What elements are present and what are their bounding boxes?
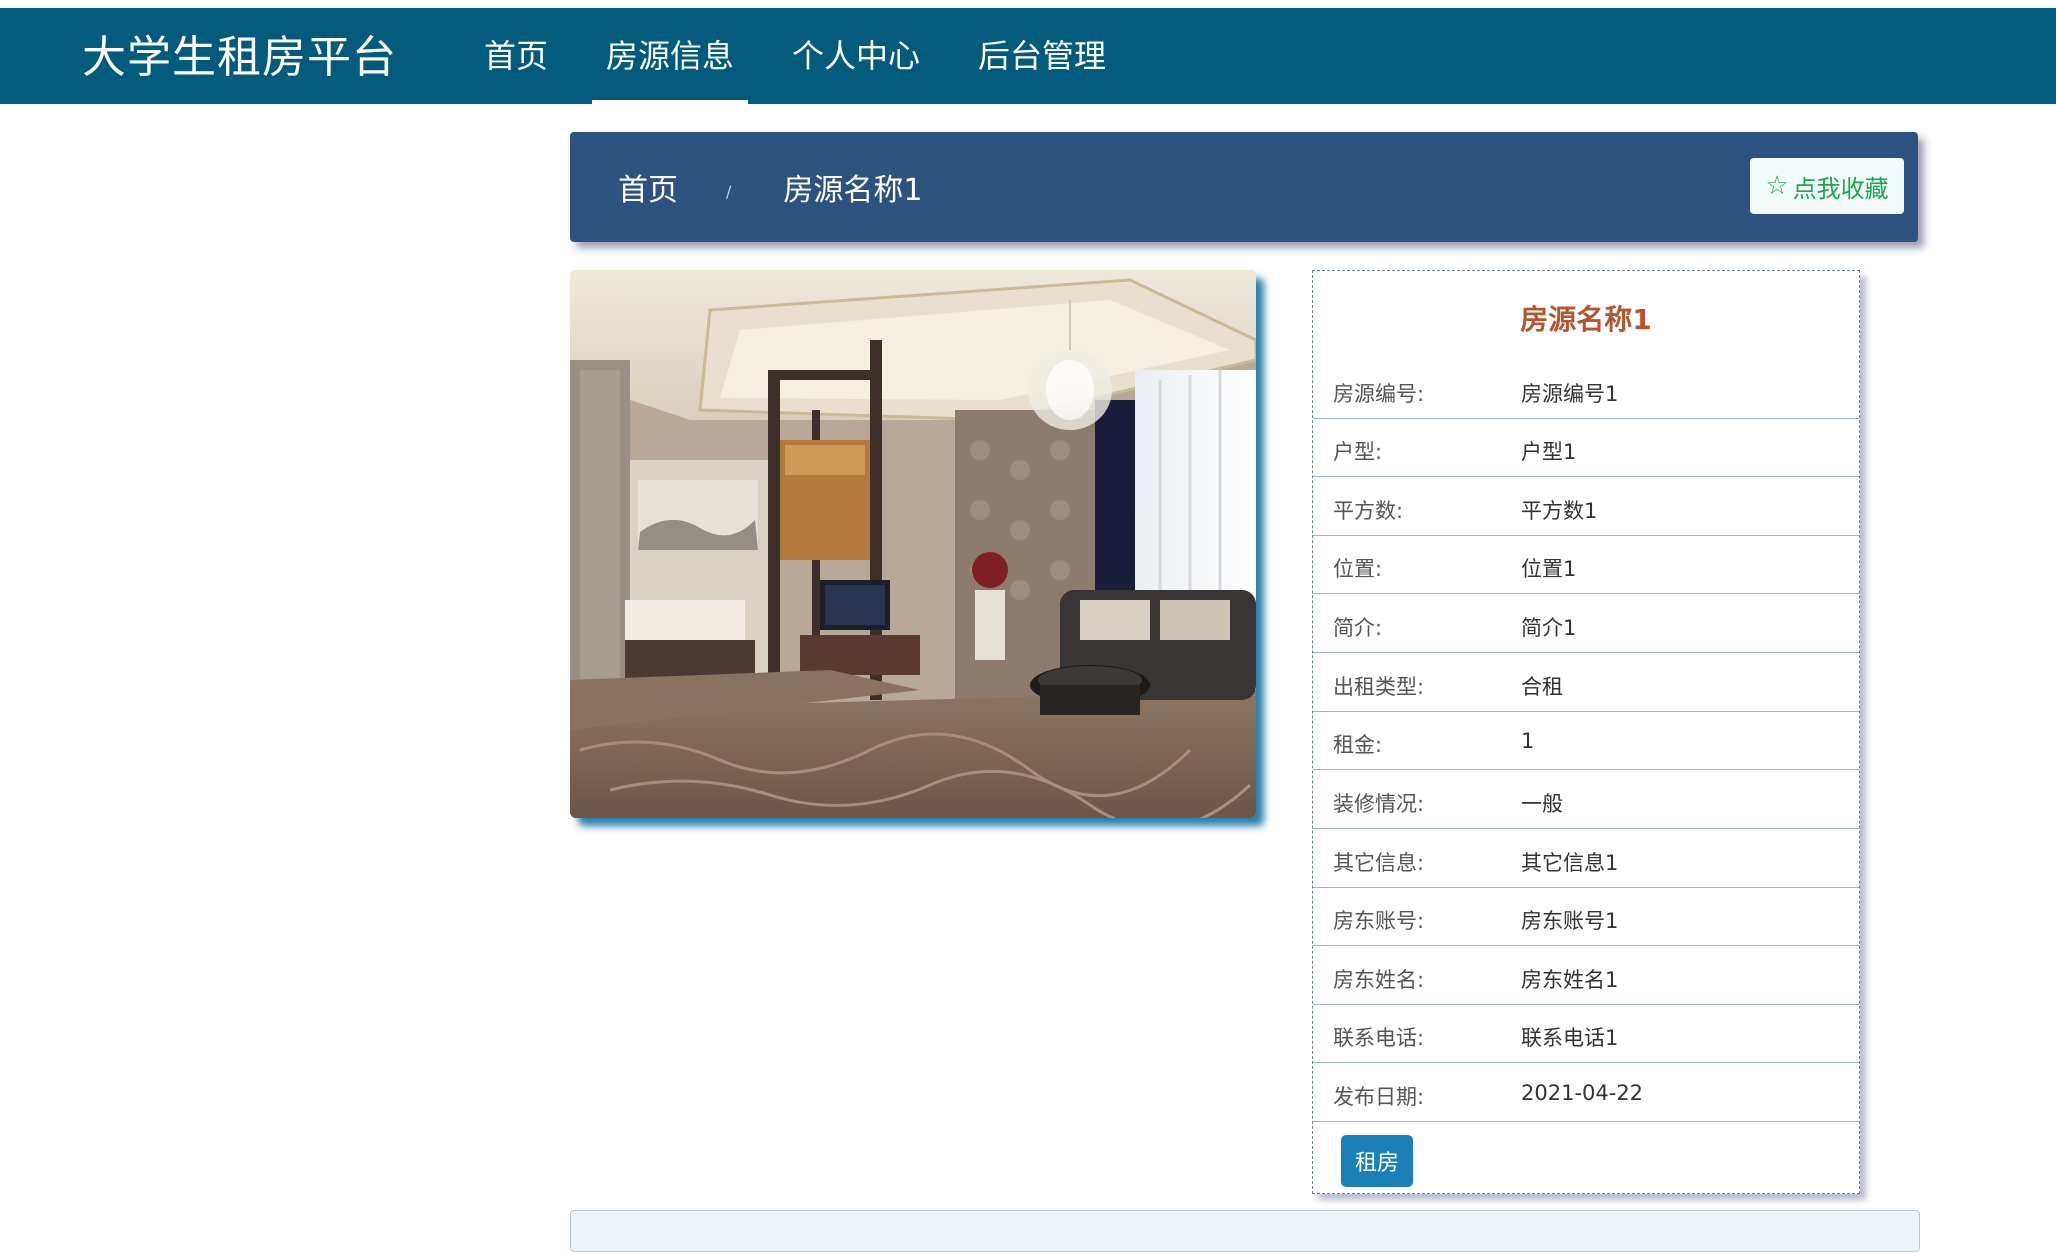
field-label: 装修情况: [1333,792,1425,816]
field-value: 简介1 [1521,616,1577,640]
breadcrumb-current: 房源名称1 [783,173,923,208]
field-value: 房源编号1 [1521,382,1619,406]
field-rent: 租金: 1 [1313,712,1859,770]
breadcrumb-separator: / [726,181,732,201]
field-phone: 联系电话: 联系电话1 [1313,1005,1859,1063]
field-area: 平方数: 平方数1 [1313,478,1859,536]
field-publish-date: 发布日期: 2021-04-22 [1313,1064,1859,1122]
listing-photo [570,270,1256,818]
field-label: 发布日期: [1333,1085,1425,1109]
field-rental-type: 出租类型: 合租 [1313,654,1859,712]
field-label: 位置: [1333,557,1383,581]
field-label: 简介: [1333,616,1383,640]
field-value: 平方数1 [1521,499,1598,523]
field-label: 出租类型: [1333,675,1425,699]
field-value: 房东姓名1 [1521,968,1619,992]
rent-button[interactable]: 租房 [1341,1135,1413,1187]
field-value: 合租 [1521,675,1563,699]
favorite-button[interactable]: ☆ 点我收藏 [1750,158,1904,214]
nav-item-admin[interactable]: 后台管理 [964,8,1120,104]
star-outline-icon: ☆ [1765,171,1789,201]
field-label: 户型: [1333,440,1383,464]
field-label: 平方数: [1333,499,1404,523]
main-nav: 首页 房源信息 个人中心 后台管理 [470,8,1150,104]
field-label: 租金: [1333,733,1383,757]
field-value: 1 [1521,729,1535,753]
field-value: 房东账号1 [1521,909,1619,933]
field-landlord-name: 房东姓名: 房东姓名1 [1313,947,1859,1005]
field-value: 一般 [1521,792,1563,816]
site-brand[interactable]: 大学生租房平台 [82,30,397,86]
breadcrumb: 首页 / 房源名称1 [618,132,922,242]
field-label: 其它信息: [1333,851,1425,875]
field-listing-id: 房源编号: 房源编号1 [1313,361,1859,419]
field-value: 2021-04-22 [1521,1081,1644,1105]
field-decoration: 装修情况: 一般 [1313,771,1859,829]
field-label: 房东姓名: [1333,968,1425,992]
field-location: 位置: 位置1 [1313,536,1859,594]
nav-item-listings[interactable]: 房源信息 [592,8,749,104]
top-navbar: 大学生租房平台 首页 房源信息 个人中心 后台管理 [0,8,2056,104]
field-label: 联系电话: [1333,1026,1425,1050]
field-value: 位置1 [1521,557,1577,581]
field-value: 户型1 [1521,440,1577,464]
breadcrumb-home-link[interactable]: 首页 [618,165,678,209]
field-value: 其它信息1 [1521,851,1619,875]
listing-title: 房源名称1 [1520,303,1652,336]
field-other-info: 其它信息: 其它信息1 [1313,830,1859,888]
listing-detail-card: 房源名称1 房源编号: 房源编号1 户型: 户型1 平方数: 平方数1 位置: … [1312,270,1860,1194]
field-label: 房源编号: [1333,382,1425,406]
breadcrumb-bar: 首页 / 房源名称1 ☆ 点我收藏 [570,132,1918,242]
nav-item-home[interactable]: 首页 [470,8,562,104]
field-value: 联系电话1 [1521,1026,1619,1050]
nav-item-profile[interactable]: 个人中心 [778,8,934,104]
favorite-button-label: 点我收藏 [1792,174,1889,203]
field-layout: 户型: 户型1 [1313,419,1859,477]
bottom-panel [570,1210,1920,1252]
field-summary: 简介: 简介1 [1313,595,1859,653]
field-label: 房东账号: [1333,909,1425,933]
field-landlord-account: 房东账号: 房东账号1 [1313,888,1859,946]
